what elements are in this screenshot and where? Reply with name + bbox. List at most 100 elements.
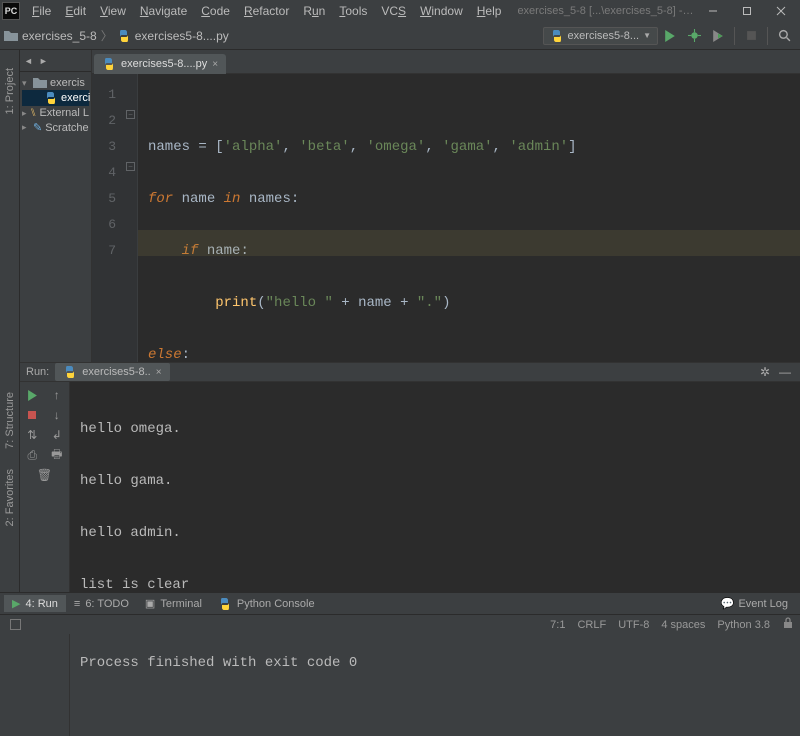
close-icon[interactable]: ×: [212, 59, 218, 70]
run-window: Run: exercises5-8.. × ✲ — ↑: [20, 362, 800, 592]
menu-vcs[interactable]: VCSVCS: [375, 2, 412, 20]
layout-button[interactable]: ⇅: [23, 426, 41, 444]
tool-tab-favorites[interactable]: 2: Favorites: [4, 465, 16, 530]
close-button[interactable]: [764, 0, 798, 22]
editor-tab[interactable]: exercises5-8....py ×: [94, 54, 226, 74]
tree-scratches[interactable]: ▸ ✎ Scratche: [22, 120, 89, 135]
breadcrumb: exercises_5-8 〉 exercises5-8....py: [4, 27, 543, 44]
file-encoding[interactable]: UTF-8: [618, 619, 649, 631]
tool-tab-todo[interactable]: ≡ 6: TODO: [66, 596, 137, 612]
window-title: exercises_5-8 [...\exercises_5-8] - ...\…: [517, 5, 696, 17]
python-icon: [117, 29, 131, 43]
search-everywhere-button[interactable]: [773, 25, 795, 47]
editor-body[interactable]: 1 2 3 4 5 6 7 − − names = ['alpha', 'bet…: [92, 74, 800, 362]
close-icon[interactable]: ×: [156, 367, 162, 378]
run-button[interactable]: [659, 25, 681, 47]
tool-tab-structure[interactable]: 7: Structure: [4, 388, 16, 453]
stop-button[interactable]: [23, 406, 41, 424]
rerun-button[interactable]: [23, 386, 41, 404]
caret-position[interactable]: 7:1: [550, 619, 565, 631]
tool-tab-terminal[interactable]: ▣ Terminal: [137, 595, 210, 612]
title-bar: PC FFileile EditEdit ViewView NavigateNa…: [0, 0, 800, 22]
delete-button[interactable]: 🗑: [36, 466, 54, 484]
line-gutter: 1 2 3 4 5 6 7: [92, 74, 124, 362]
tool-tab-project[interactable]: 1: Project: [4, 64, 16, 118]
lock-icon[interactable]: [782, 617, 794, 632]
tree-root[interactable]: ▾ exercis: [22, 76, 89, 90]
tree-label: External L: [39, 107, 89, 119]
forward-arrow-icon[interactable]: ►: [39, 56, 48, 66]
run-tab[interactable]: exercises5-8.. ×: [55, 363, 169, 381]
status-bar: 7:1 CRLF UTF-8 4 spaces Python 3.8: [0, 614, 800, 634]
python-icon: [63, 365, 77, 379]
menu-refactor[interactable]: RefactorRefactor: [238, 2, 295, 20]
event-log-button[interactable]: 💬 Event Log: [713, 595, 796, 612]
line-separator[interactable]: CRLF: [577, 619, 606, 631]
app-logo: PC: [2, 2, 20, 20]
run-output[interactable]: hello omega. hello gama. hello admin. li…: [70, 382, 800, 736]
toolbar-separator: [734, 27, 735, 45]
menu-edit[interactable]: EditEdit: [59, 2, 92, 20]
menu-code[interactable]: CodeCode: [195, 2, 236, 20]
terminal-icon: ▣: [145, 597, 155, 610]
dropdown-arrow-icon: ▼: [643, 31, 651, 40]
python-interpreter[interactable]: Python 3.8: [717, 619, 770, 631]
run-config-selector[interactable]: exercises5-8... ▼: [543, 27, 658, 45]
indent-setting[interactable]: 4 spaces: [661, 619, 705, 631]
run-tab-label: exercises5-8..: [82, 366, 150, 378]
run-toolbar: ↑ ↓ ⇅ ↲ ⎙ 🖶 🗑: [20, 382, 70, 736]
menu-tools[interactable]: ToolsTools: [333, 2, 373, 20]
tree-label: exercis: [50, 77, 85, 89]
debug-button[interactable]: [683, 25, 705, 47]
menu-window[interactable]: WindowWindow: [414, 2, 469, 20]
run-header: Run: exercises5-8.. × ✲ —: [20, 363, 800, 382]
menu-navigate[interactable]: NavigateNavigate: [134, 2, 193, 20]
python-icon: [218, 597, 232, 611]
left-tool-strip: 1: Project 7: Structure 2: Favorites: [0, 50, 20, 592]
editor-area: exercises5-8....py × 1 2 3 4 5 6 7: [92, 50, 800, 362]
scroll-down-button[interactable]: ↓: [48, 406, 66, 424]
tree-external-libs[interactable]: ▸ ⑊ External L: [22, 106, 89, 120]
tool-windows-toggle-icon[interactable]: [10, 619, 21, 630]
run-title-label: Run:: [26, 366, 49, 378]
tree-label: Scratche: [45, 122, 88, 134]
code-content[interactable]: names = ['alpha', 'beta', 'omega', 'gama…: [138, 74, 800, 362]
event-log-icon: 💬: [721, 597, 735, 610]
menu-view[interactable]: ViewView: [94, 2, 132, 20]
back-arrow-icon[interactable]: ◄: [24, 56, 33, 66]
settings-icon[interactable]: ✲: [756, 363, 774, 381]
scroll-up-button[interactable]: ↑: [48, 386, 66, 404]
python-icon: [44, 91, 58, 105]
toolbar-separator: [767, 27, 768, 45]
chevron-right-icon: ▸: [22, 108, 27, 119]
python-icon: [550, 29, 564, 43]
stop-button[interactable]: [740, 25, 762, 47]
minimize-button[interactable]: [696, 0, 730, 22]
crumb-file[interactable]: exercises5-8....py: [135, 29, 229, 43]
chevron-right-icon: ▸: [22, 122, 30, 133]
maximize-button[interactable]: [730, 0, 764, 22]
chevron-down-icon: ▾: [22, 78, 30, 89]
hide-icon[interactable]: —: [776, 363, 794, 381]
tool-tab-python-console[interactable]: Python Console: [210, 595, 323, 613]
crumb-folder[interactable]: exercises_5-8: [22, 29, 97, 43]
print-button[interactable]: 🖶: [48, 446, 66, 464]
main-menu: FFileile EditEdit ViewView NavigateNavig…: [26, 2, 507, 20]
scratches-icon: ✎: [33, 121, 42, 134]
menu-help[interactable]: HelpHelp: [471, 2, 508, 20]
project-pane: ◄ ► ▾ exercis exerci ▸ ⑊: [20, 50, 92, 362]
folder-icon: [4, 30, 18, 42]
tool-tab-run[interactable]: ▶ 4: Run: [4, 595, 66, 612]
folder-icon: [33, 77, 47, 89]
todo-icon: ≡: [74, 598, 80, 610]
fold-marker-icon[interactable]: −: [126, 110, 135, 119]
editor-tab-bar: exercises5-8....py ×: [92, 50, 800, 74]
dump-button[interactable]: ⎙: [23, 446, 41, 464]
run-with-coverage-button[interactable]: [707, 25, 729, 47]
tree-file[interactable]: exerci: [22, 90, 89, 106]
menu-file[interactable]: FFileile: [26, 2, 57, 20]
menu-run[interactable]: RunRun: [297, 2, 331, 20]
soft-wrap-button[interactable]: ↲: [48, 426, 66, 444]
fold-marker-icon[interactable]: −: [126, 162, 135, 171]
crumb-sep: 〉: [101, 27, 113, 44]
